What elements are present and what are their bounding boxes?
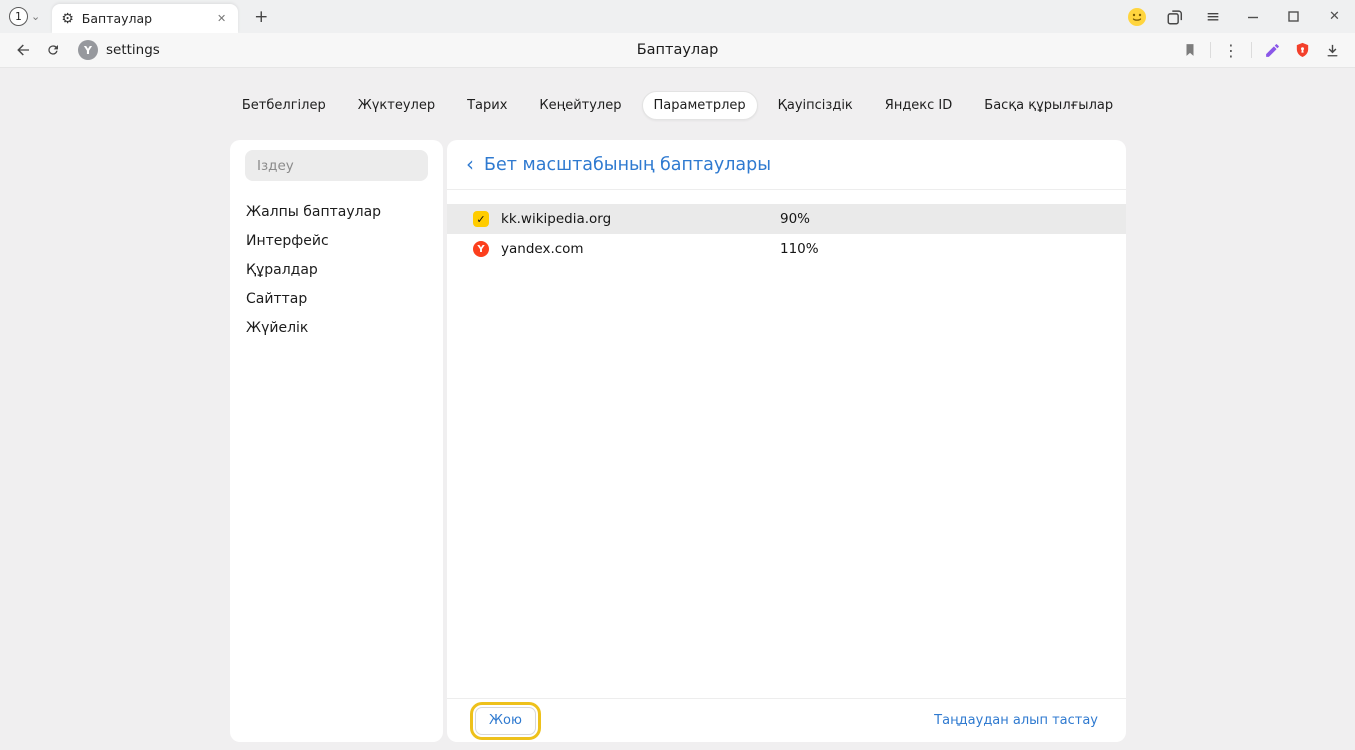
- minimize-button[interactable]: [1232, 0, 1273, 33]
- zoom-settings-panel: ‹ Бет масштабының баптаулары ✓ kk.wikipe…: [447, 140, 1126, 742]
- panel-title: Бет масштабының баптаулары: [484, 155, 771, 175]
- site-identity-chip[interactable]: Y settings: [78, 40, 160, 60]
- tab-counter[interactable]: 1 ⌄: [9, 7, 40, 26]
- reload-button[interactable]: [38, 35, 68, 65]
- row-favicon-wrap: Y: [473, 241, 489, 257]
- divider: [1210, 42, 1211, 58]
- nav-tab-settings[interactable]: Параметрлер: [642, 91, 758, 120]
- sidebar-item-system[interactable]: Жүйелік: [230, 313, 443, 342]
- gear-icon: ⚙: [61, 12, 74, 26]
- tab-count-badge: 1: [9, 7, 28, 26]
- site-name: yandex.com: [501, 241, 780, 257]
- tab-panel-icon[interactable]: [1156, 0, 1194, 33]
- panel-footer: Жою Таңдаудан алып тастау: [447, 698, 1126, 742]
- protect-shield-icon[interactable]: [1287, 35, 1317, 65]
- nav-tab-yandex-id[interactable]: Яндекс ID: [873, 91, 965, 120]
- maximize-button[interactable]: [1273, 0, 1314, 33]
- back-button[interactable]: [8, 35, 38, 65]
- sidebar-items: Жалпы баптаулар Интерфейс Құралдар Сайтт…: [230, 197, 443, 342]
- settings-sidebar: Жалпы баптаулар Интерфейс Құралдар Сайтт…: [230, 140, 443, 742]
- nav-tab-history[interactable]: Тарих: [455, 91, 519, 120]
- settings-page: Бетбелгілер Жүктеулер Тарих Кеңейтулер П…: [0, 68, 1355, 750]
- sidebar-item-general[interactable]: Жалпы баптаулар: [230, 197, 443, 226]
- divider: [1251, 42, 1252, 58]
- rewards-icon[interactable]: [1118, 0, 1156, 33]
- site-row-yandex[interactable]: Y yandex.com 110%: [447, 234, 1126, 264]
- more-menu-icon[interactable]: ⋮: [1216, 35, 1246, 65]
- site-zoom-list: ✓ kk.wikipedia.org 90% Y yandex.com 110%: [447, 204, 1126, 264]
- row-checkbox-wrap: ✓: [473, 211, 489, 227]
- address-bar: Y settings Баптаулар ⋮: [0, 33, 1355, 68]
- yandex-favicon-icon: Y: [473, 241, 489, 257]
- panel-header: ‹ Бет масштабының баптаулары: [447, 140, 1126, 190]
- titlebar-actions: ≡ ✕: [1118, 0, 1355, 33]
- deselect-link[interactable]: Таңдаудан алып тастау: [934, 713, 1098, 728]
- download-icon[interactable]: [1317, 35, 1347, 65]
- zoom-value: 90%: [780, 211, 810, 227]
- nav-tab-extensions[interactable]: Кеңейтулер: [527, 91, 633, 120]
- site-name: kk.wikipedia.org: [501, 211, 780, 227]
- menu-icon[interactable]: ≡: [1194, 0, 1232, 33]
- back-chevron-icon[interactable]: ‹: [466, 154, 474, 176]
- page-title: Баптаулар: [637, 42, 719, 58]
- addressbar-actions: ⋮: [1175, 35, 1347, 65]
- bookmark-icon[interactable]: [1175, 35, 1205, 65]
- sidebar-item-interface[interactable]: Интерфейс: [230, 226, 443, 255]
- tab-title: Баптаулар: [82, 11, 206, 26]
- url-text: settings: [106, 42, 160, 58]
- delete-button[interactable]: Жою: [475, 707, 536, 735]
- settings-nav: Бетбелгілер Жүктеулер Тарих Кеңейтулер П…: [0, 68, 1355, 120]
- site-row-wikipedia[interactable]: ✓ kk.wikipedia.org 90%: [447, 204, 1126, 234]
- browser-window: 1 ⌄ ⚙ Баптаулар ✕ +: [0, 0, 1355, 750]
- sidebar-item-tools[interactable]: Құралдар: [230, 255, 443, 284]
- new-tab-button[interactable]: +: [248, 4, 274, 30]
- checkbox-checked-icon[interactable]: ✓: [473, 211, 489, 227]
- nav-tab-security[interactable]: Қауіпсіздік: [766, 91, 865, 120]
- zoom-value: 110%: [780, 241, 819, 257]
- chevron-down-icon: ⌄: [31, 11, 40, 22]
- nav-tab-bookmarks[interactable]: Бетбелгілер: [230, 91, 338, 120]
- tab-bar: 1 ⌄ ⚙ Баптаулар ✕ +: [0, 0, 1355, 33]
- sidebar-item-sites[interactable]: Сайттар: [230, 284, 443, 313]
- browser-tab-settings[interactable]: ⚙ Баптаулар ✕: [52, 4, 238, 33]
- tab-close-icon[interactable]: ✕: [214, 10, 229, 27]
- nav-tab-other-devices[interactable]: Басқа құрылғылар: [972, 91, 1125, 120]
- search-input[interactable]: [245, 150, 428, 181]
- nav-tab-downloads[interactable]: Жүктеулер: [346, 91, 447, 120]
- close-button[interactable]: ✕: [1314, 0, 1355, 33]
- site-favicon: Y: [78, 40, 98, 60]
- pen-icon[interactable]: [1257, 35, 1287, 65]
